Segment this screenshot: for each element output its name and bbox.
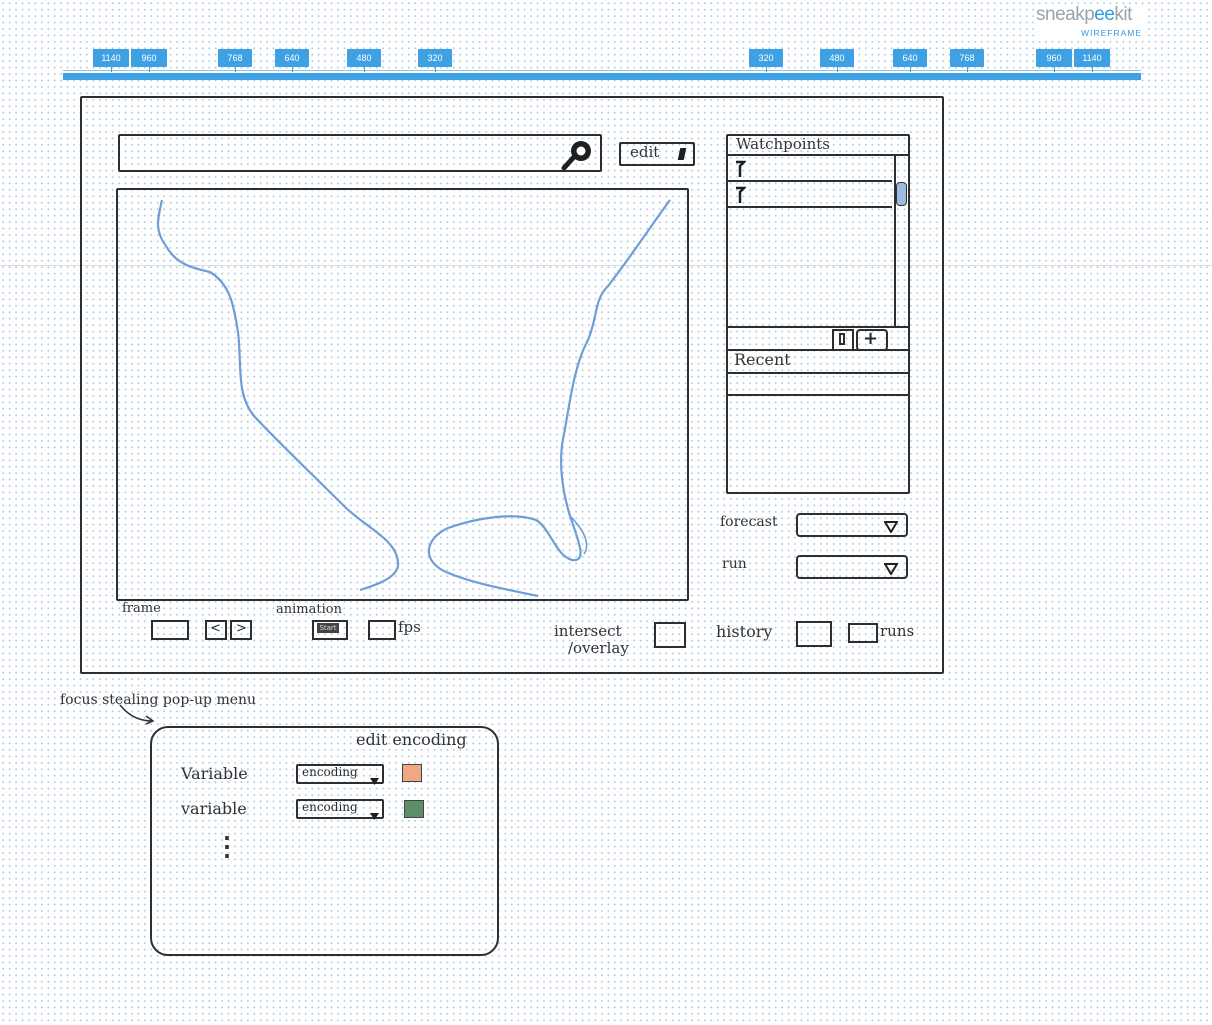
search-icon[interactable]	[559, 137, 597, 171]
divider	[728, 394, 908, 396]
run-label: run	[722, 556, 747, 572]
ruler-tag: 480	[820, 49, 854, 72]
frame-input[interactable]	[151, 620, 189, 640]
ruler-tag: 1140	[1074, 49, 1110, 72]
intersect-label: intersect	[554, 622, 622, 640]
divider	[728, 372, 908, 374]
ruler-bar	[63, 73, 1141, 80]
sneakpeekit-logo: sneakpeekit WIREFRAME	[1036, 4, 1146, 40]
chevron-down-icon	[370, 805, 379, 824]
recent-title: Recent	[734, 350, 791, 369]
scrollbar-thumb[interactable]	[896, 182, 907, 206]
pencil-icon	[677, 148, 687, 160]
ruler-tag: 320	[749, 49, 783, 72]
flag-icon	[734, 186, 748, 204]
fps-label: fps	[398, 618, 421, 636]
ruler-line	[63, 70, 1141, 71]
next-frame-button[interactable]: >	[230, 620, 252, 640]
edit-button-label: edit	[630, 143, 660, 161]
watchpoints-title: Watchpoints	[736, 135, 830, 153]
arrow-icon	[119, 704, 155, 725]
intersect-overlay-toggle[interactable]	[654, 622, 686, 648]
animation-label: animation	[276, 602, 342, 617]
ruler-tag: 640	[893, 49, 927, 72]
popup-title: edit encoding	[356, 730, 467, 749]
popup-annotation: focus stealing pop-up menu	[60, 692, 257, 708]
search-input[interactable]	[118, 134, 602, 172]
ruler-tag: 960	[1036, 49, 1072, 72]
history-toggle[interactable]	[796, 621, 832, 647]
fps-input[interactable]	[368, 620, 396, 640]
delete-watchpoint-button[interactable]	[832, 329, 854, 351]
chevron-down-icon	[883, 560, 899, 579]
frame-label: frame	[122, 601, 161, 616]
add-watchpoint-button[interactable]: +	[856, 328, 888, 351]
edit-encoding-popup[interactable]: edit encoding Variable encoding variable…	[150, 726, 499, 956]
ruler-tag: 480	[347, 49, 381, 72]
ruler-tag: 320	[418, 49, 452, 72]
more-items-ellipsis: ⋮	[214, 832, 240, 862]
map-canvas[interactable]	[116, 188, 689, 601]
run-dropdown[interactable]	[796, 555, 908, 579]
chevron-down-icon	[370, 770, 379, 789]
watchpoint-item[interactable]	[728, 156, 892, 182]
divider	[728, 326, 908, 328]
ruler-tag: 960	[131, 49, 167, 72]
color-swatch[interactable]	[404, 800, 424, 818]
flag-icon	[734, 160, 748, 178]
us-map-outline	[156, 199, 671, 598]
runs-label: runs	[880, 622, 915, 640]
overlay-label: /overlay	[568, 639, 629, 657]
variable-label: Variable	[181, 764, 248, 783]
watchpoints-panel: Watchpoints + Recent	[726, 134, 910, 494]
forecast-label: forecast	[720, 514, 778, 530]
color-swatch[interactable]	[402, 764, 422, 782]
divider	[728, 206, 892, 208]
history-label: history	[716, 622, 773, 641]
ruler-tag: 768	[950, 49, 984, 72]
plus-icon: +	[863, 328, 879, 349]
watchpoint-item[interactable]	[728, 182, 892, 208]
scrollbar-track[interactable]	[894, 154, 896, 326]
encoding-dropdown[interactable]: encoding	[296, 764, 384, 785]
trash-icon	[839, 333, 845, 345]
ruler-tag: 640	[275, 49, 309, 72]
variable-label: variable	[181, 799, 247, 818]
prev-frame-button[interactable]: <	[205, 620, 227, 640]
encoding-dropdown[interactable]: encoding	[296, 799, 384, 820]
start-animation-button[interactable]: Start	[312, 620, 348, 640]
chevron-down-icon	[883, 518, 899, 537]
forecast-dropdown[interactable]	[796, 513, 908, 537]
runs-input[interactable]	[848, 623, 878, 643]
ruler-tag: 1140	[93, 49, 129, 72]
edit-button[interactable]: edit	[619, 142, 695, 166]
ruler-tag: 768	[218, 49, 252, 72]
